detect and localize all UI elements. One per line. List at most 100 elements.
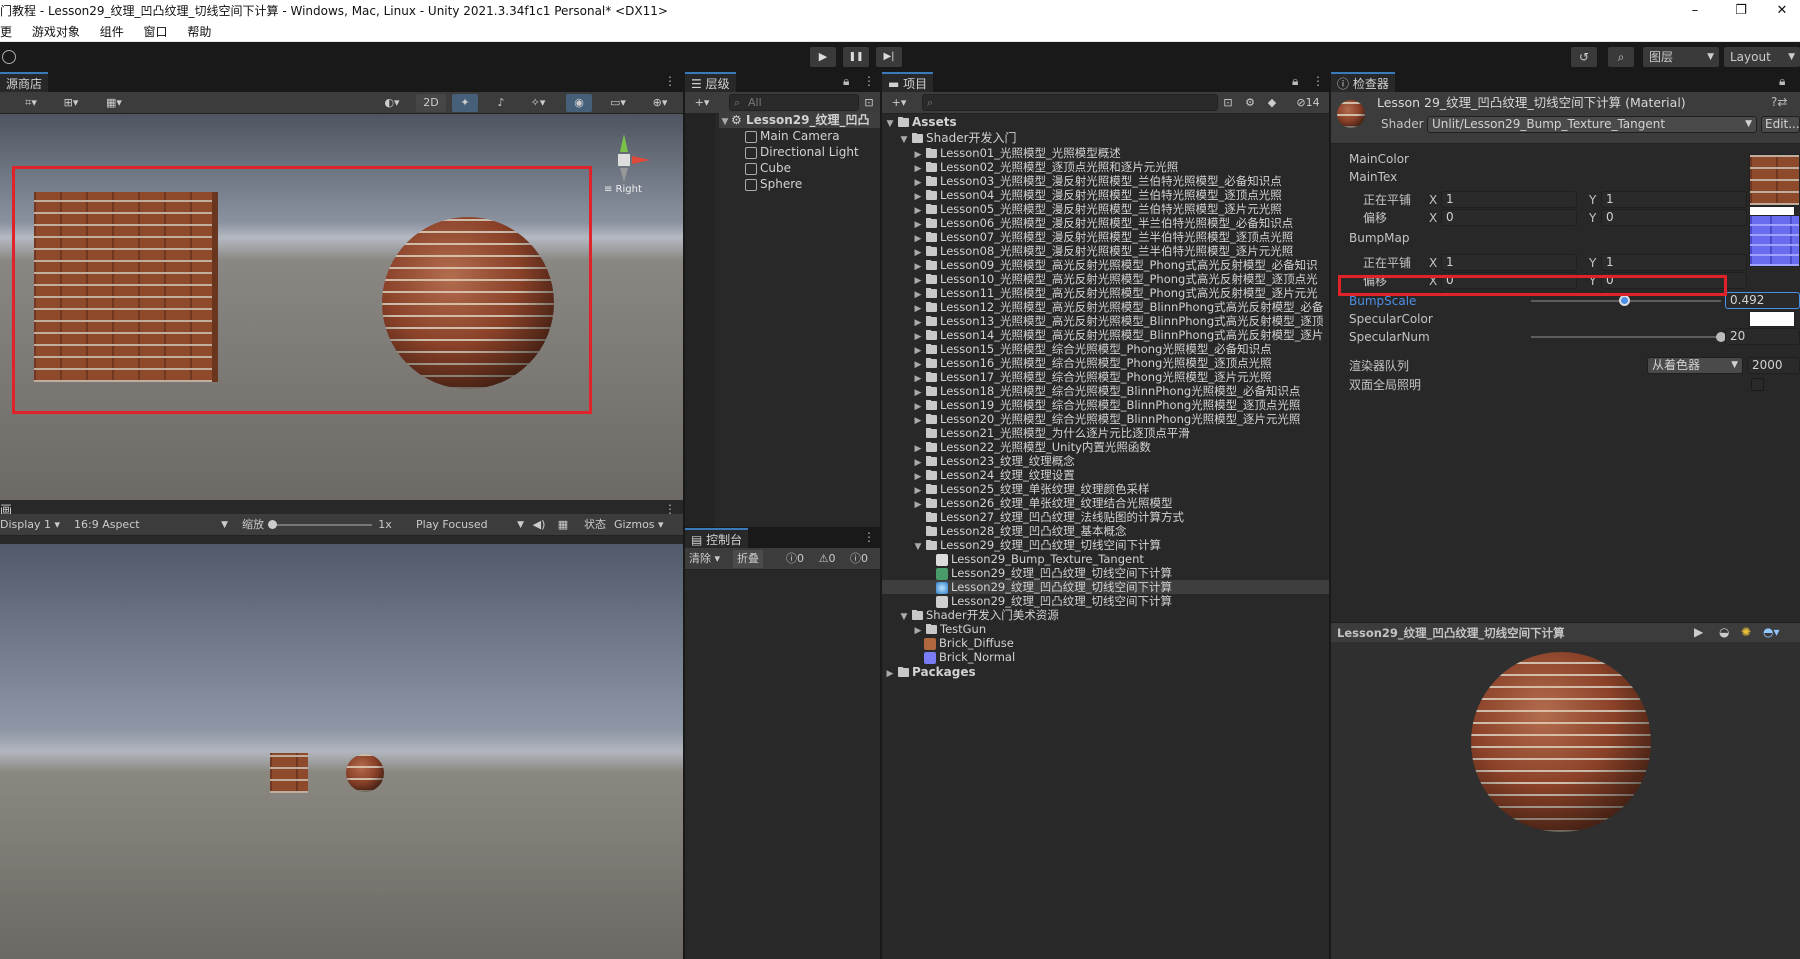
hidden-packages-toggle[interactable]: ⊘14 xyxy=(1290,94,1326,112)
tree-row-lesson[interactable]: ▶ Lesson25_纹理_单张纹理_纹理颜色采样 xyxy=(912,482,1150,496)
display-dropdown[interactable]: Display 1 ▾ xyxy=(0,516,70,534)
tree-row-lesson[interactable]: ▶ Lesson14_光照模型_高光反射光照模型_BlinnPhong式高光反射模… xyxy=(912,328,1324,342)
tree-row-lesson[interactable]: Lesson28_纹理_凹凸纹理_基本概念 xyxy=(912,524,1126,538)
shading-mode-icon[interactable]: ◐▾ xyxy=(374,94,410,112)
filter-label-icon[interactable]: ⚙ xyxy=(1242,94,1258,112)
tree-row-lesson[interactable]: ▶ Lesson08_光照模型_漫反射光照模型_兰半伯特光照模型_逐片元光照 xyxy=(912,244,1294,258)
maximize-button[interactable]: ❐ xyxy=(1718,0,1764,22)
tree-row-lesson[interactable]: ▶ Lesson19_光照模型_综合光照模型_BlinnPhong光照模型_逐顶点… xyxy=(912,398,1301,412)
help-icon[interactable]: ?⇄ xyxy=(1771,95,1787,109)
hierarchy-search-input[interactable]: ⌕ All xyxy=(729,94,859,111)
tree-row-lesson[interactable]: ▶ Lesson24_纹理_纹理设置 xyxy=(912,468,1075,482)
specular-num-slider-track[interactable] xyxy=(1531,336,1721,338)
search-filter-icon[interactable]: ⊡ xyxy=(861,94,877,112)
keyboard-icon[interactable]: ▦ xyxy=(554,516,572,534)
scale-slider-handle[interactable] xyxy=(268,520,277,529)
tree-row-brick-normal[interactable]: Brick_Normal xyxy=(912,650,1015,664)
layout-dropdown[interactable]: Layout ▼ xyxy=(1724,47,1800,67)
hierarchy-item-sphere[interactable]: Sphere xyxy=(745,176,802,192)
add-object-button[interactable]: +▾ xyxy=(689,94,715,112)
2d-toggle[interactable]: 2D xyxy=(416,94,446,112)
tree-row-asset[interactable]: Lesson29_纹理_凹凸纹理_切线空间下计算 xyxy=(924,594,1172,608)
stats-button[interactable]: 状态 xyxy=(580,516,610,534)
layers-dropdown[interactable]: 图层 ▼ xyxy=(1643,47,1719,67)
camera-icon[interactable]: ▭▾ xyxy=(600,94,636,112)
tab-inspector[interactable]: ⓘ 检查器 xyxy=(1331,72,1395,92)
tab-console[interactable]: ▤ 控制台 xyxy=(685,528,749,548)
more-icon[interactable]: ⋮ xyxy=(664,74,676,88)
more-icon[interactable]: ⋮ xyxy=(863,74,875,88)
gizmos-icon[interactable]: ⊕▾ xyxy=(642,94,678,112)
tree-row-testgun[interactable]: ▶ TestGun xyxy=(912,622,987,636)
menu-item-help[interactable]: 帮助 xyxy=(179,22,219,42)
play-focused-dropdown[interactable]: Play Focused ▼ xyxy=(416,516,526,534)
tab-hierarchy[interactable]: ☰ 层级 xyxy=(685,72,736,92)
tree-row-lesson[interactable]: ▶ Lesson23_纹理_纹理概念 xyxy=(912,454,1075,468)
tree-row-lesson[interactable]: ▶ Lesson10_光照模型_高光反射光照模型_Phong式高光反射模型_逐顶点… xyxy=(912,272,1318,286)
tree-row-lesson[interactable]: ▶ Lesson02_光照模型_逐顶点光照和逐片元光照 xyxy=(912,160,1179,174)
tree-row-shader-folder[interactable]: ▼ Shader开发入门 xyxy=(898,130,1017,146)
collapse-button[interactable]: 折叠 xyxy=(733,550,763,568)
bump-map-tiling-y[interactable]: 1 xyxy=(1601,254,1747,271)
tree-row-lesson[interactable]: ▶ Lesson18_光照模型_综合光照模型_BlinnPhong光照模型_必备知… xyxy=(912,384,1301,398)
info-toggle[interactable]: ⓘ0 xyxy=(781,550,809,568)
double-sided-gi-checkbox[interactable] xyxy=(1751,378,1764,391)
tree-row-lesson[interactable]: ▶ Lesson09_光照模型_高光反射光照模型_Phong式高光反射模型_必备知… xyxy=(912,258,1318,272)
edit-shader-button[interactable]: Edit... xyxy=(1761,116,1800,133)
expand-arrow-icon[interactable]: ▶ xyxy=(884,666,896,682)
mute-audio-icon[interactable]: ◀) xyxy=(530,516,548,534)
lock-icon[interactable]: 🔒︎ xyxy=(1779,74,1785,89)
history-icon[interactable]: ↺ xyxy=(1571,47,1597,67)
tree-row-lesson[interactable]: ▶ Lesson22_光照模型_Unity内置光照函数 xyxy=(912,440,1151,454)
tree-row-lesson[interactable]: ▶ Lesson12_光照模型_高光反射光照模型_BlinnPhong式高光反射模… xyxy=(912,300,1324,314)
tree-row-art-folder[interactable]: ▼ Shader开发入门美术资源 xyxy=(898,608,1059,622)
pivot-icon[interactable]: ⊞▾ xyxy=(54,94,88,112)
expand-arrow-icon[interactable]: ▼ xyxy=(898,610,910,624)
preview-light-icon[interactable]: ✺ xyxy=(1741,625,1751,639)
tree-row-lesson[interactable]: ▶ Lesson13_光照模型_高光反射光照模型_BlinnPhong式高光反射模… xyxy=(912,314,1324,328)
create-asset-button[interactable]: +▾ xyxy=(886,94,912,112)
minimize-button[interactable]: – xyxy=(1672,0,1718,22)
specular-color-swatch[interactable] xyxy=(1749,311,1795,327)
play-button[interactable]: ▶ xyxy=(810,47,836,67)
aspect-dropdown[interactable]: 16:9 Aspect ▼ xyxy=(74,516,230,534)
lock-icon[interactable]: 🔒︎ xyxy=(1292,74,1298,89)
tree-row-lesson[interactable]: ▶ Lesson26_纹理_单张纹理_纹理结合光照模型 xyxy=(912,496,1173,510)
tree-row-lesson[interactable]: Lesson27_纹理_凹凸纹理_法线贴图的计算方式 xyxy=(912,510,1184,524)
search-by-type-icon[interactable]: ⊡ xyxy=(1220,94,1236,112)
menu-item-window[interactable]: 窗口 xyxy=(136,22,176,42)
menu-item-gameobject[interactable]: 游戏对象 xyxy=(24,22,88,42)
close-button[interactable]: ✕ xyxy=(1764,0,1800,22)
bump-scale-input[interactable]: 0.492 xyxy=(1725,292,1800,309)
preview-shape-icon[interactable]: ◓▾ xyxy=(1763,625,1780,639)
expand-arrow-icon[interactable]: ▼ xyxy=(898,132,910,148)
menu-item[interactable]: 更 xyxy=(0,22,20,42)
tree-row-lesson[interactable]: ▶ Lesson04_光照模型_漫反射光照模型_兰伯特光照模型_逐顶点光照 xyxy=(912,188,1282,202)
tree-row-asset[interactable]: Lesson29_纹理_凹凸纹理_切线空间下计算 xyxy=(924,566,1172,580)
lock-icon[interactable]: 🔒︎ xyxy=(843,74,849,89)
tree-row-lesson[interactable]: ▶ Lesson05_光照模型_漫反射光照模型_兰伯特光照模型_逐片元光照 xyxy=(912,202,1282,216)
tab-scene[interactable]: 源商店 xyxy=(0,72,49,92)
tree-row-lesson[interactable]: ▶ Lesson01_光照模型_光照模型概述 xyxy=(912,146,1121,160)
bump-map-tiling-x[interactable]: 1 xyxy=(1441,254,1577,271)
gizmos-dropdown[interactable]: Gizmos ▾ xyxy=(614,516,674,534)
render-queue-dropdown[interactable]: 从着色器 ▼ xyxy=(1647,357,1743,374)
tree-row-lesson[interactable]: ▶ Lesson11_光照模型_高光反射光照模型_Phong式高光反射模型_逐片元… xyxy=(912,286,1318,300)
render-queue-input[interactable]: 2000 xyxy=(1747,357,1800,374)
main-tex-tiling-x[interactable]: 1 xyxy=(1441,191,1577,208)
tree-row-asset[interactable]: Lesson29_Bump_Texture_Tangent xyxy=(924,552,1144,566)
scene-viewport[interactable]: ≡ Right xyxy=(0,114,683,500)
game-viewport[interactable] xyxy=(0,544,683,959)
scale-slider[interactable] xyxy=(272,524,372,526)
shader-dropdown[interactable]: Unlit/Lesson29_Bump_Texture_Tangent ▼ xyxy=(1427,116,1757,133)
hierarchy-item-main-camera[interactable]: Main Camera xyxy=(745,128,840,144)
preview-mesh-icon[interactable]: ◒ xyxy=(1719,625,1729,639)
tree-row-lesson[interactable]: ▼ Lesson29_纹理_凹凸纹理_切线空间下计算 xyxy=(912,538,1161,552)
main-tex-offset-x[interactable]: 0 xyxy=(1441,209,1577,226)
clear-button[interactable]: 清除 ▾ xyxy=(689,550,729,568)
audio-icon[interactable]: ♪ xyxy=(488,94,514,112)
preview-area[interactable] xyxy=(1331,642,1800,959)
bump-scale-slider-handle[interactable] xyxy=(1619,295,1631,306)
tree-row-lesson[interactable]: ▶ Lesson16_光照模型_综合光照模型_Phong光照模型_逐顶点光照 xyxy=(912,356,1272,370)
tree-row-lesson[interactable]: ▶ Lesson03_光照模型_漫反射光照模型_兰伯特光照模型_必备知识点 xyxy=(912,174,1282,188)
